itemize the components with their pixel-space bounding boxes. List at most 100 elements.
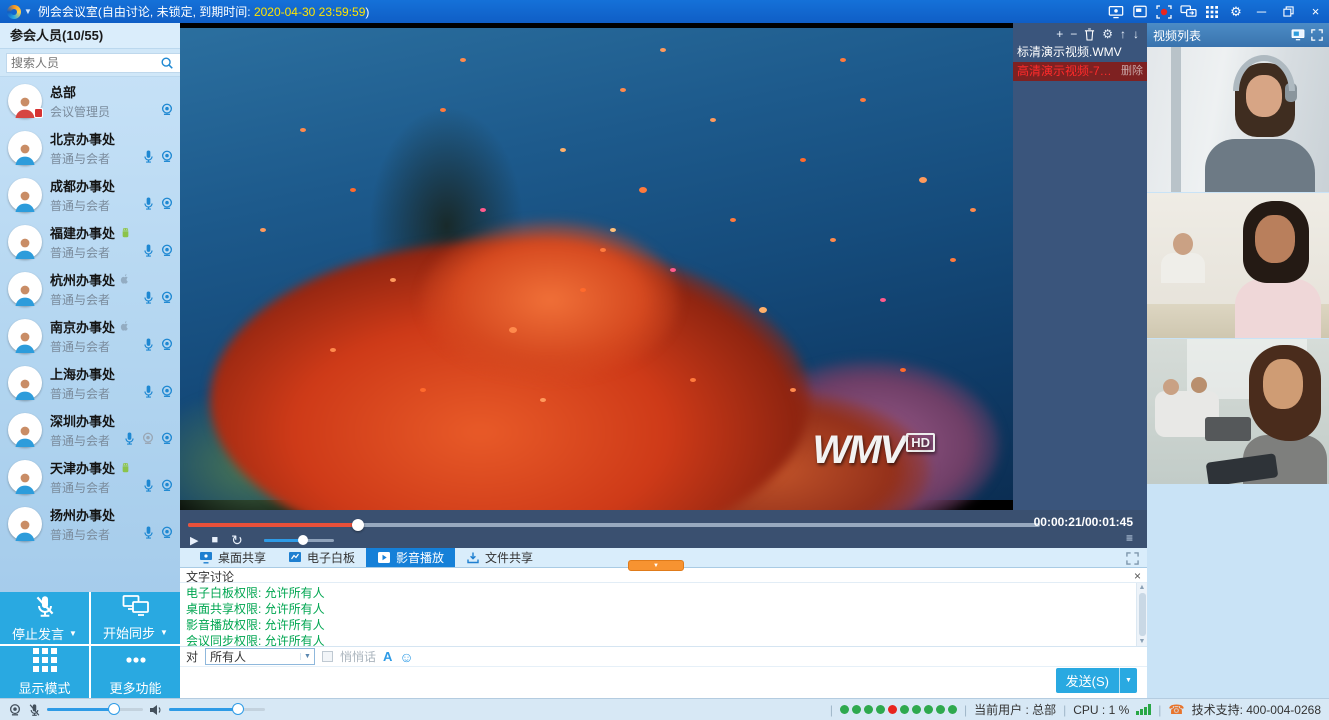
playlist-item[interactable]: 标清演示视频.WMV — [1013, 43, 1147, 62]
add-icon[interactable]: + — [1056, 28, 1063, 40]
video-player[interactable]: WMV HD — [180, 23, 1013, 510]
webcam-icon[interactable] — [160, 102, 174, 117]
recipient-select[interactable]: 所有人 ▼ — [205, 648, 315, 665]
minimize-icon[interactable]: ─ — [1257, 5, 1266, 18]
volume-handle[interactable] — [298, 535, 308, 545]
screen-share-icon[interactable] — [1180, 5, 1197, 19]
webcam-icon[interactable] — [160, 431, 174, 446]
move-up-icon[interactable]: ↑ — [1120, 28, 1126, 40]
chat-scrollbar[interactable]: ▲▼ — [1136, 583, 1147, 646]
title-bar: ▼ 例会会议室(自由讨论, 未锁定, 到期时间: 2020-04-30 23:5… — [0, 0, 1329, 23]
tab-desktop-share[interactable]: 桌面共享 — [188, 548, 277, 567]
close-icon[interactable]: × — [1312, 5, 1320, 18]
tab-media-play[interactable]: 影音播放 — [366, 548, 455, 567]
delete-icon[interactable] — [1084, 28, 1095, 41]
move-down-icon[interactable]: ↓ — [1133, 28, 1139, 40]
mic-icon[interactable] — [142, 384, 155, 399]
replay-button[interactable]: ↻ — [231, 532, 243, 549]
speaker-volume-handle[interactable] — [232, 703, 244, 715]
participant-row[interactable]: 成都办事处普通与会者 — [0, 171, 180, 218]
mic-icon[interactable] — [142, 149, 155, 164]
fullscreen-icon[interactable] — [1126, 552, 1139, 568]
emoji-icon[interactable]: ☺ — [399, 649, 413, 665]
settings-icon[interactable]: ⚙ — [1102, 28, 1113, 40]
speaker-volume-slider[interactable] — [169, 708, 265, 711]
webcam-icon[interactable] — [160, 290, 174, 305]
monitor-icon[interactable] — [1291, 29, 1305, 41]
mic-icon[interactable] — [142, 196, 155, 211]
video-thumbnail[interactable] — [1147, 47, 1329, 192]
scroll-down-icon[interactable]: ▼ — [1139, 638, 1146, 645]
participant-name: 杭州办事处 — [50, 270, 115, 289]
display-mode-button[interactable]: 显示模式 — [0, 646, 89, 698]
participant-row[interactable]: 福建办事处普通与会者 — [0, 218, 180, 265]
mic-icon[interactable] — [142, 525, 155, 540]
scroll-thumb[interactable] — [1139, 593, 1146, 636]
mic-muted-icon[interactable] — [28, 703, 41, 717]
participant-row[interactable]: 杭州办事处普通与会者 — [0, 265, 180, 312]
stop-button[interactable]: ■ — [211, 534, 218, 546]
webcam-gray-icon[interactable] — [141, 431, 155, 446]
playlist-toggle-icon[interactable]: ≡ — [1126, 531, 1133, 545]
webcam-icon[interactable] — [160, 525, 174, 540]
whisper-checkbox[interactable] — [322, 651, 333, 662]
tab-file-share[interactable]: 文件共享 — [455, 548, 544, 567]
delete-button[interactable]: 删除 — [1121, 62, 1143, 81]
volume-slider[interactable] — [264, 539, 334, 542]
message-input-area[interactable]: 发送(S) ▼ — [180, 667, 1147, 697]
mic-icon[interactable] — [142, 243, 155, 258]
mic-icon[interactable] — [142, 337, 155, 352]
mic-icon[interactable] — [142, 290, 155, 305]
remove-icon[interactable]: − — [1070, 28, 1077, 40]
mic-volume-handle[interactable] — [108, 703, 120, 715]
playlist-item[interactable]: 高清演示视频-720P.wmv删除 — [1013, 62, 1147, 81]
participant-row[interactable]: 南京办事处普通与会者 — [0, 312, 180, 359]
app-logo-icon[interactable] — [7, 5, 21, 19]
mic-volume-slider[interactable] — [47, 708, 143, 711]
scroll-up-icon[interactable]: ▲ — [1139, 584, 1146, 591]
video-thumbnail[interactable] — [1147, 339, 1329, 484]
participant-row[interactable]: 天津办事处普通与会者 — [0, 453, 180, 500]
seek-bar[interactable] — [188, 523, 1040, 527]
close-icon[interactable]: × — [1134, 570, 1141, 582]
participant-row[interactable]: 深圳办事处普通与会者 — [0, 406, 180, 453]
webcam-icon[interactable] — [8, 703, 22, 717]
expand-icon[interactable] — [1311, 29, 1323, 41]
tab-whiteboard[interactable]: 电子白板 — [277, 548, 366, 567]
more-functions-button[interactable]: 更多功能 — [91, 646, 180, 698]
seek-handle[interactable] — [352, 519, 364, 531]
collapse-handle[interactable]: ▼ — [628, 560, 684, 571]
webcam-icon[interactable] — [160, 337, 174, 352]
record-icon[interactable] — [1156, 5, 1172, 19]
chevron-down-icon[interactable]: ▼ — [1119, 668, 1137, 693]
play-button[interactable]: ▶ — [190, 534, 198, 547]
mic-icon[interactable] — [123, 431, 136, 446]
chevron-down-icon[interactable]: ▼ — [24, 7, 32, 16]
webcam-icon[interactable] — [160, 149, 174, 164]
search-icon[interactable] — [160, 56, 174, 70]
participant-row[interactable]: 上海办事处普通与会者 — [0, 359, 180, 406]
chat-panel: 文字讨论 × 电子白板权限: 允许所有人桌面共享权限: 允许所有人影音播放权限:… — [180, 568, 1147, 698]
window-capture-icon[interactable] — [1133, 5, 1147, 18]
mic-icon[interactable] — [142, 478, 155, 493]
video-thumbnail[interactable] — [1147, 193, 1329, 338]
participant-name: 总部 — [50, 82, 76, 101]
settings-icon[interactable]: ⚙ — [1230, 5, 1242, 18]
participant-row[interactable]: 北京办事处普通与会者 — [0, 124, 180, 171]
display-mode-small-icon[interactable] — [1206, 6, 1218, 18]
stop-speaking-button[interactable]: 停止发言▼ — [0, 592, 89, 644]
participant-row[interactable]: 总部会议管理员 — [0, 77, 180, 124]
font-icon[interactable]: A — [383, 649, 392, 664]
webcam-icon[interactable] — [160, 196, 174, 211]
participant-row[interactable]: 扬州办事处普通与会者 — [0, 500, 180, 547]
webcam-icon[interactable] — [160, 384, 174, 399]
maximize-icon[interactable] — [1283, 6, 1294, 17]
search-input[interactable] — [6, 53, 182, 73]
send-button[interactable]: 发送(S) ▼ — [1056, 668, 1137, 693]
webcam-icon[interactable] — [160, 243, 174, 258]
webcam-icon[interactable] — [160, 478, 174, 493]
speaker-icon[interactable] — [149, 704, 163, 716]
tab-label: 文件共享 — [485, 549, 533, 566]
screen-broadcast-icon[interactable] — [1108, 5, 1124, 19]
start-sync-button[interactable]: 开始同步▼ — [91, 592, 180, 644]
